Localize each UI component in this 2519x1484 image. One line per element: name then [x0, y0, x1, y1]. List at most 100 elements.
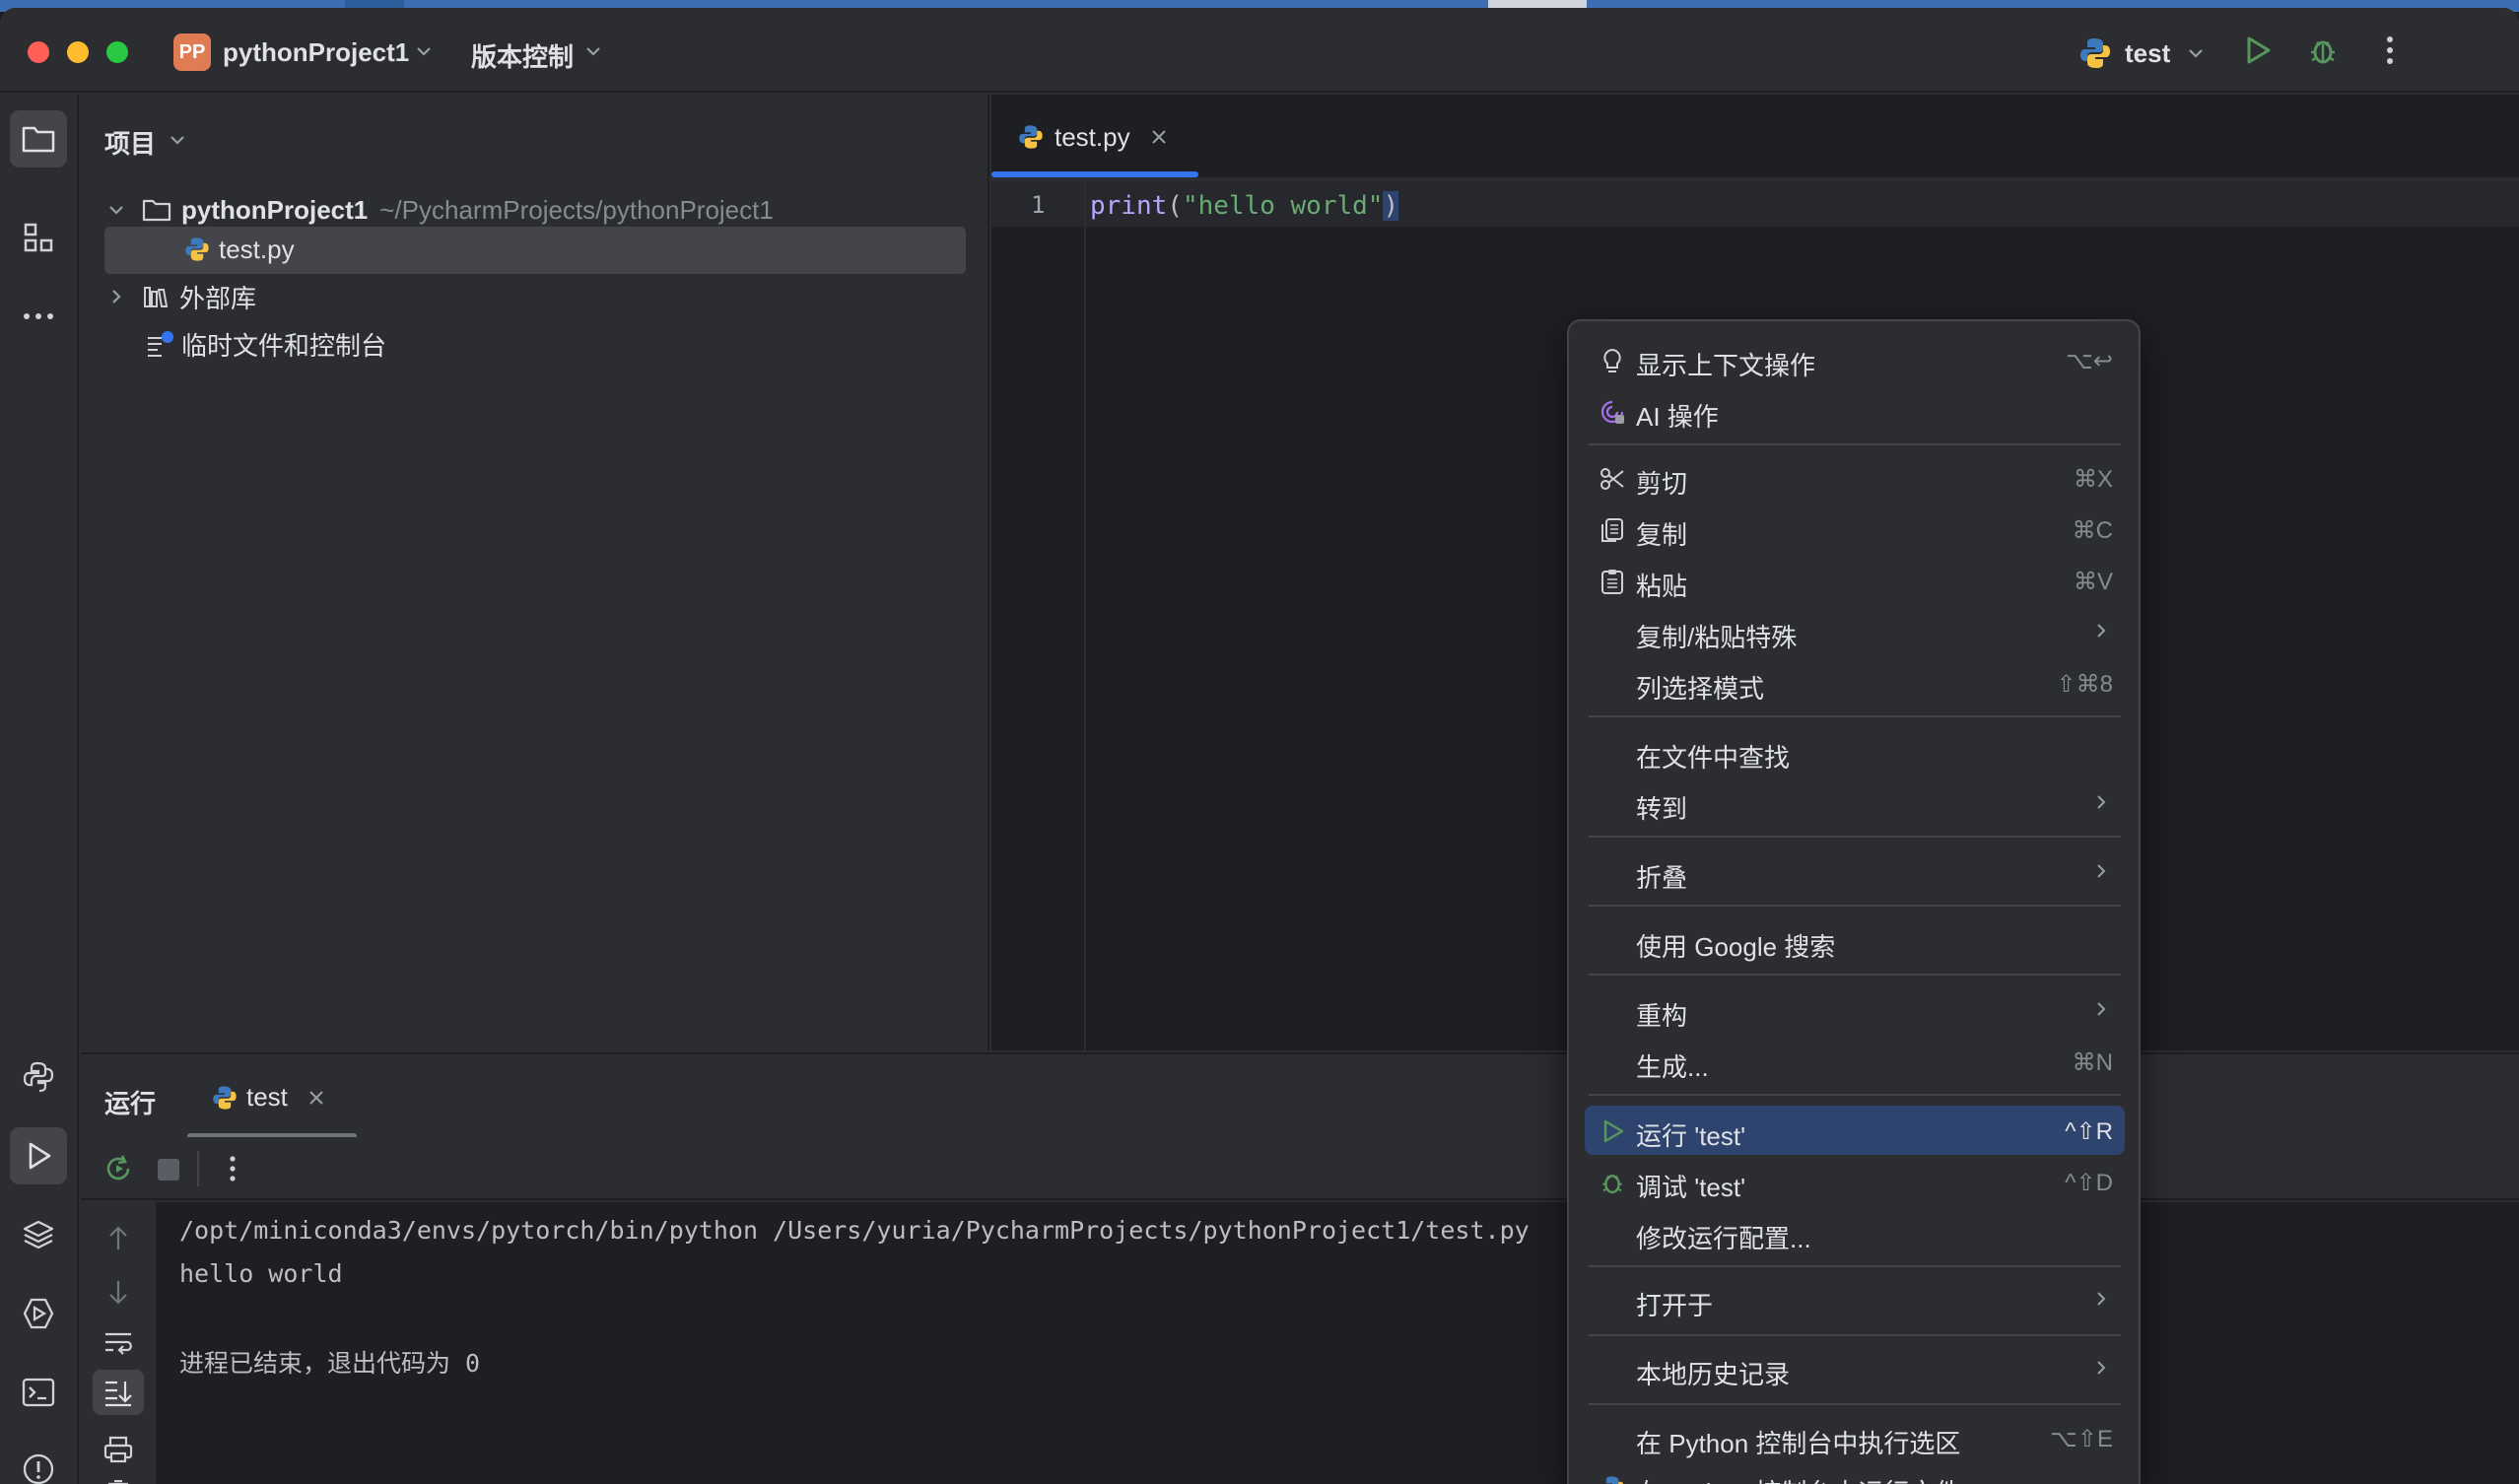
terminal-icon[interactable]: [10, 1364, 67, 1421]
menu-item-local-history[interactable]: 本地历史记录: [1585, 1344, 2125, 1393]
layers-icon[interactable]: [10, 1206, 67, 1263]
run-console[interactable]: /opt/miniconda3/envs/pytorch/bin/python …: [158, 1202, 2519, 1484]
close-icon[interactable]: [307, 1089, 325, 1107]
ide-window: PP pythonProject1 版本控制 test 项目 pythonPro…: [0, 8, 2519, 1484]
print-icon[interactable]: [102, 1435, 134, 1464]
tab-test-py[interactable]: test.py: [991, 95, 1198, 179]
menu-item-execute-selection-console[interactable]: 在 Python 控制台中执行选区 ⌥⇧E: [1585, 1413, 2125, 1462]
menu-item-column-selection[interactable]: 列选择模式 ⇧⌘8: [1585, 658, 2125, 708]
editor-context-menu: 显示上下文操作 ⌥↩ AI 操作 剪切 ⌘X 复制 ⌘C 粘贴 ⌘V 复制/粘贴…: [1567, 319, 2141, 1484]
chevron-right-icon[interactable]: [106, 287, 126, 306]
more-vert-icon[interactable]: [223, 1153, 242, 1184]
services-icon[interactable]: [10, 1285, 67, 1342]
problems-icon[interactable]: [10, 1441, 67, 1484]
run-tab-test[interactable]: test: [211, 1082, 325, 1113]
delete-icon[interactable]: [102, 1480, 134, 1484]
soft-wrap-icon[interactable]: [102, 1328, 134, 1358]
menu-item-run-test[interactable]: 运行 'test' ^⇧R: [1585, 1106, 2125, 1155]
menu-separator: [1589, 715, 2121, 717]
tree-item-file[interactable]: test.py: [183, 227, 295, 272]
menu-item-show-context-actions[interactable]: 显示上下文操作 ⌥↩: [1585, 335, 2125, 384]
maximize-window-button[interactable]: [106, 41, 128, 63]
minimize-window-button[interactable]: [67, 41, 89, 63]
menu-item-shortcut: ^⇧R: [2065, 1118, 2113, 1145]
external-libs-label: 外部库: [179, 283, 257, 313]
tree-item-scratches[interactable]: 临时文件和控制台: [146, 321, 386, 367]
menu-item-cut[interactable]: 剪切 ⌘X: [1585, 453, 2125, 503]
chevron-down-icon[interactable]: [106, 200, 126, 220]
code-string: "hello world": [1182, 191, 1384, 221]
close-window-button[interactable]: [28, 41, 49, 63]
scratches-icon: [146, 330, 175, 358]
stop-icon[interactable]: [156, 1157, 181, 1182]
menu-separator: [1589, 836, 2121, 838]
menu-item-shortcut: ⇧⌘8: [2056, 671, 2113, 698]
chevron-down-icon[interactable]: [2186, 43, 2206, 63]
more-vert-icon[interactable]: [2375, 34, 2405, 67]
menu-item-label: 折叠: [1636, 863, 1688, 893]
menu-item-paste[interactable]: 粘贴 ⌘V: [1585, 556, 2125, 605]
menu-item-go-to[interactable]: 转到: [1585, 778, 2125, 828]
project-switcher[interactable]: pythonProject1: [223, 37, 409, 68]
code-line-1[interactable]: print("hello world"): [1090, 191, 1399, 221]
rerun-icon[interactable]: [102, 1153, 134, 1184]
structure-icon[interactable]: [10, 209, 67, 266]
menu-item-label: 修改运行配置...: [1636, 1224, 1811, 1253]
menu-item-run-file-console[interactable]: 在 Python 控制台中运行文件: [1585, 1462, 2125, 1484]
menu-item-shortcut: ^⇧D: [2065, 1170, 2113, 1196]
vcs-menu[interactable]: 版本控制: [471, 37, 574, 74]
project-badge[interactable]: PP: [173, 34, 211, 71]
run-side-toolbar: [81, 1202, 158, 1484]
chevron-right-icon: [2091, 1354, 2111, 1382]
python-icon: [183, 236, 211, 263]
console-exit-line: 进程已结束，退出代码为 0: [179, 1349, 481, 1378]
menu-item-copy-paste-special[interactable]: 复制/粘贴特殊: [1585, 607, 2125, 656]
menu-separator: [1589, 1403, 2121, 1405]
menu-item-folding[interactable]: 折叠: [1585, 847, 2125, 897]
menu-item-shortcut: ⌘N: [2072, 1049, 2113, 1076]
menu-item-find-in-files[interactable]: 在文件中查找: [1585, 727, 2125, 776]
run-icon[interactable]: [2241, 34, 2275, 67]
menu-item-google-search[interactable]: 使用 Google 搜索: [1585, 916, 2125, 966]
close-icon[interactable]: [1150, 128, 1168, 146]
library-icon: [142, 284, 170, 309]
more-horiz-icon[interactable]: [10, 288, 67, 345]
folder-icon[interactable]: [10, 110, 67, 168]
menu-item-copy[interactable]: 复制 ⌘C: [1585, 505, 2125, 554]
menu-item-label: 在 Python 控制台中执行选区: [1636, 1429, 1961, 1458]
python-icon: [2077, 35, 2113, 71]
run-panel-icon[interactable]: [10, 1127, 67, 1184]
python-console-icon[interactable]: [10, 1048, 67, 1106]
run-config-selector[interactable]: test: [2125, 38, 2170, 69]
menu-item-label: 运行 'test': [1636, 1121, 1746, 1151]
python-icon: [1017, 123, 1045, 151]
chevron-down-icon[interactable]: [583, 41, 603, 61]
arrow-up-icon[interactable]: [104, 1224, 132, 1253]
menu-item-refactor[interactable]: 重构: [1585, 985, 2125, 1035]
tree-item-external-libs[interactable]: 外部库: [106, 274, 256, 319]
code-function: print: [1090, 191, 1168, 221]
chevron-down-icon[interactable]: [414, 41, 434, 61]
menu-item-label: 复制/粘贴特殊: [1636, 623, 1798, 652]
run-icon: [1599, 1117, 1626, 1145]
chevron-right-icon: [2091, 857, 2111, 885]
menu-item-ai-actions[interactable]: AI 操作: [1585, 386, 2125, 436]
arrow-down-icon[interactable]: [104, 1277, 132, 1307]
project-panel-title[interactable]: 项目: [104, 124, 156, 161]
code-paren-close: ): [1383, 191, 1399, 221]
debug-icon[interactable]: [2306, 34, 2340, 67]
menu-item-label: 在文件中查找: [1636, 743, 1791, 773]
menu-item-modify-run-config[interactable]: 修改运行配置...: [1585, 1208, 2125, 1257]
chevron-right-icon: [2091, 788, 2111, 816]
project-root-name: pythonProject1: [181, 194, 369, 225]
scroll-to-end-button[interactable]: [93, 1370, 144, 1415]
python-icon: [211, 1084, 238, 1112]
menu-item-label: 剪切: [1636, 469, 1688, 499]
chevron-right-icon: [2091, 617, 2111, 644]
menu-item-label: 本地历史记录: [1636, 1360, 1791, 1389]
chevron-down-icon[interactable]: [168, 130, 187, 150]
editor-gutter: 1: [991, 181, 1086, 1050]
menu-item-generate[interactable]: 生成... ⌘N: [1585, 1037, 2125, 1086]
menu-item-debug-test[interactable]: 调试 'test' ^⇧D: [1585, 1157, 2125, 1206]
menu-item-open-in[interactable]: 打开于: [1585, 1275, 2125, 1324]
